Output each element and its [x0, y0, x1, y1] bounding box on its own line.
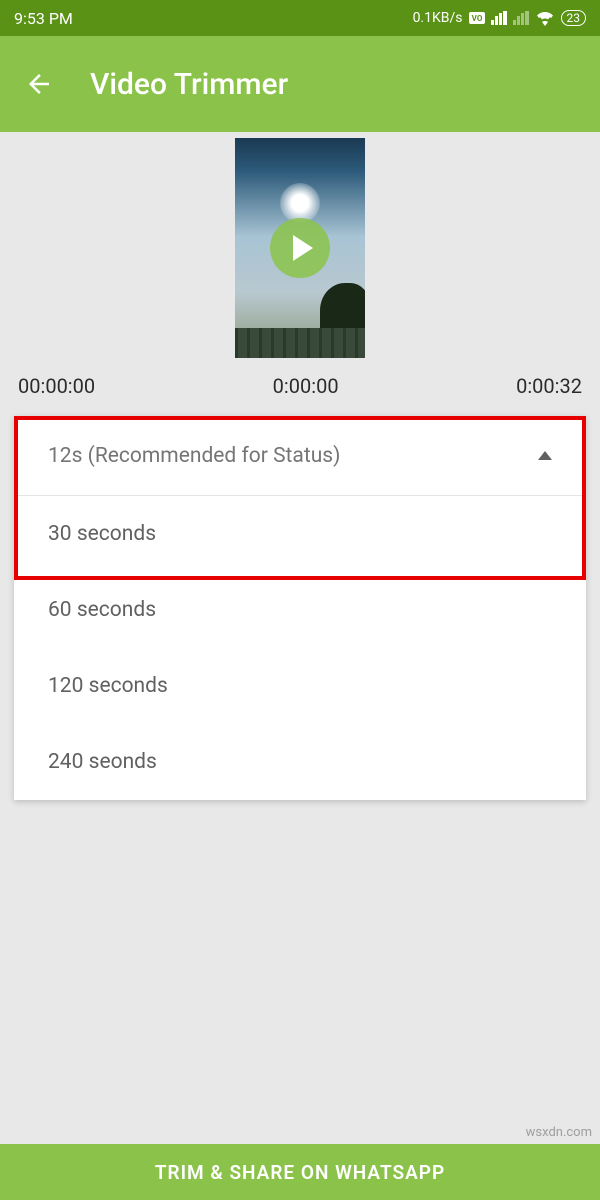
duration-dropdown[interactable]: 12s (Recommended for Status) 30 seconds …	[14, 416, 586, 800]
thumbnail-content	[235, 328, 365, 358]
thumbnail-content	[280, 183, 320, 223]
trim-share-button[interactable]: TRIM & SHARE ON WHATSAPP	[0, 1144, 600, 1200]
page-title: Video Trimmer	[90, 67, 288, 102]
start-time: 00:00:00	[18, 374, 95, 398]
back-arrow-icon[interactable]	[24, 69, 54, 99]
signal-icon-2	[513, 11, 529, 25]
play-icon[interactable]	[270, 218, 330, 278]
current-time: 0:00:00	[273, 374, 339, 398]
status-bar: 9:53 PM 0.1KB/s VO 23	[0, 0, 600, 36]
dropdown-option-240s[interactable]: 240 seonds	[14, 724, 586, 800]
battery-indicator: 23	[561, 10, 587, 26]
watermark: wsxdn.com	[526, 1125, 592, 1140]
status-time: 9:53 PM	[14, 9, 73, 28]
video-preview-area	[0, 132, 600, 366]
video-thumbnail[interactable]	[235, 138, 365, 358]
svg-text:VO: VO	[471, 14, 482, 23]
chevron-up-icon	[538, 451, 552, 460]
end-time: 0:00:32	[516, 374, 582, 398]
dropdown-option-120s[interactable]: 120 seconds	[14, 648, 586, 724]
app-bar: Video Trimmer	[0, 36, 600, 132]
dropdown-option-30s[interactable]: 30 seconds	[14, 496, 586, 572]
dropdown-selected-label: 12s (Recommended for Status)	[48, 444, 340, 468]
volte-icon: VO	[469, 12, 485, 24]
wifi-icon	[535, 11, 555, 26]
status-icons: 0.1KB/s VO 23	[413, 10, 586, 26]
signal-icon	[491, 11, 507, 25]
dropdown-selected[interactable]: 12s (Recommended for Status)	[14, 416, 586, 496]
time-indicators: 00:00:00 0:00:00 0:00:32	[0, 366, 600, 412]
dropdown-option-60s[interactable]: 60 seconds	[14, 572, 586, 648]
cta-label: TRIM & SHARE ON WHATSAPP	[155, 1161, 445, 1184]
network-speed: 0.1KB/s	[413, 10, 463, 26]
